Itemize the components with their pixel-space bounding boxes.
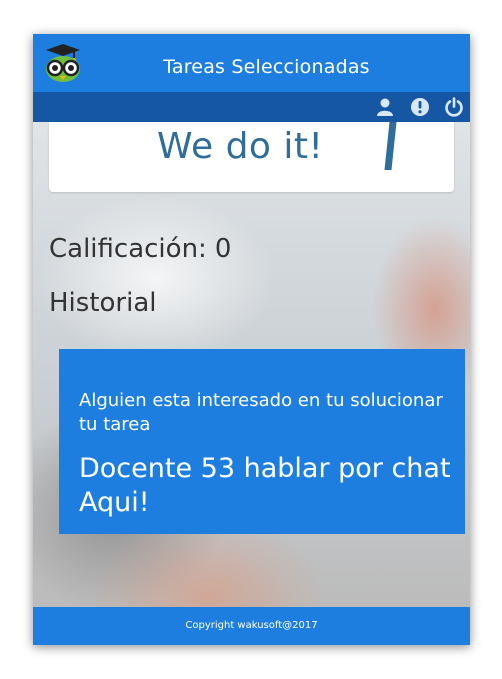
- brand-banner: We do it!: [49, 122, 454, 192]
- page-title: Tareas Seleccionadas: [163, 56, 370, 78]
- app-window: Tareas Seleccionadas We do it! Calificac…: [33, 34, 470, 645]
- notification-message: Alguien esta interesado en tu solucionar…: [79, 390, 443, 435]
- chat-link[interactable]: Docente 53 hablar por chat Aqui!: [79, 452, 459, 520]
- banner-text: We do it!: [157, 126, 324, 167]
- history-link[interactable]: Historial: [49, 288, 157, 318]
- user-icon[interactable]: [375, 97, 395, 117]
- info-icon[interactable]: [410, 97, 430, 117]
- grade-label: Calificación:: [49, 234, 207, 264]
- notification-card: Alguien esta interesado en tu solucionar…: [59, 349, 465, 534]
- action-bar: [33, 92, 470, 122]
- banner-decoration: [384, 122, 397, 170]
- footer: Copyright wakusoft@2017: [33, 607, 470, 645]
- grade-value: 0: [214, 234, 232, 264]
- power-icon[interactable]: [444, 97, 464, 117]
- top-bar: Tareas Seleccionadas: [33, 34, 470, 92]
- grade-row: Calificación: 0: [49, 234, 231, 264]
- copyright-text: Copyright wakusoft@2017: [185, 620, 318, 631]
